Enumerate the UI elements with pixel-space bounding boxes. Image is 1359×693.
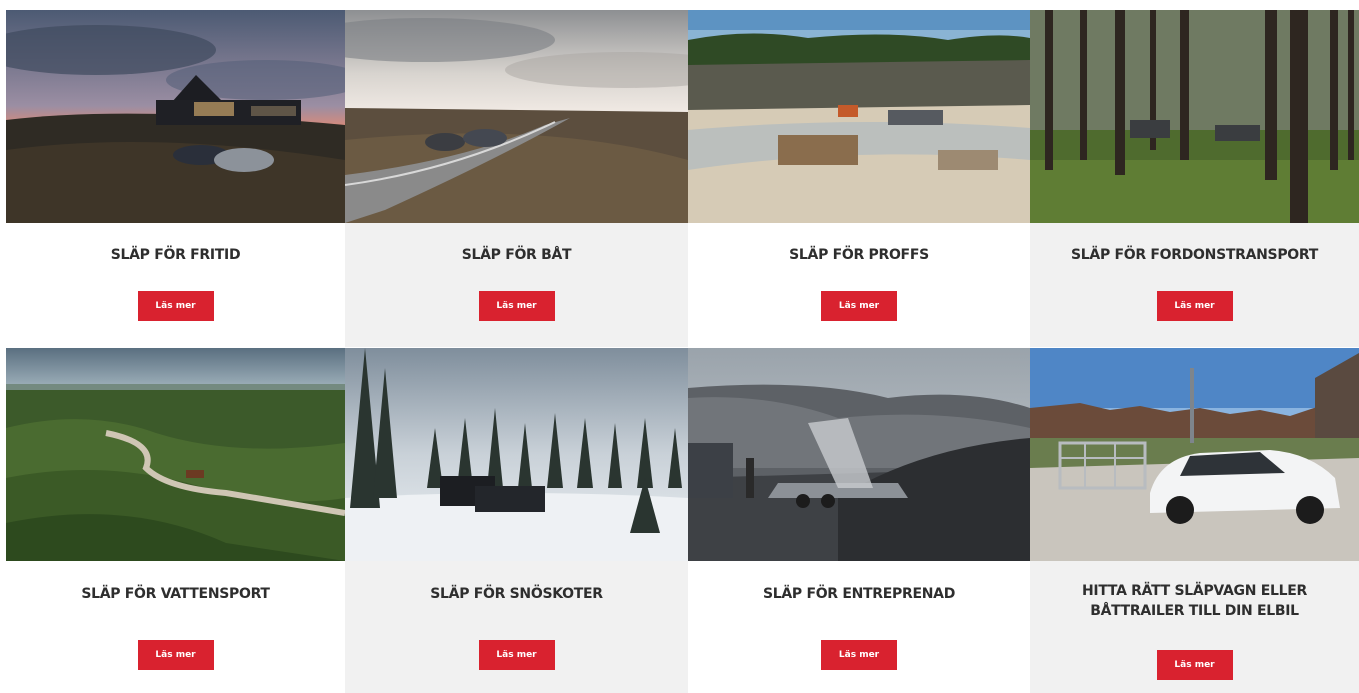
read-more-button[interactable]: Läs mer bbox=[1156, 291, 1233, 321]
card-title: SLÄP FÖR PROFFS bbox=[789, 247, 929, 263]
card-title: SLÄP FÖR ENTREPRENAD bbox=[762, 586, 956, 602]
card-body: SLÄP FÖR BÅT Läs mer bbox=[345, 223, 688, 347]
card-body: SLÄP FÖR VATTENSPORT Läs mer bbox=[6, 561, 345, 693]
card-fordonstransport[interactable]: SLÄP FÖR FORDONSTRANSPORT Läs mer bbox=[1030, 10, 1359, 347]
card-bat[interactable]: SLÄP FÖR BÅT Läs mer bbox=[345, 10, 688, 347]
photo-fritid[interactable] bbox=[6, 10, 345, 223]
card-body: SLÄP FÖR FRITID Läs mer bbox=[6, 223, 345, 347]
card-body: HITTA RÄTT SLÄPVAGN ELLER BÅTTRAILER TIL… bbox=[1030, 561, 1359, 693]
card-title: HITTA RÄTT SLÄPVAGN ELLER BÅTTRAILER TIL… bbox=[1082, 583, 1307, 619]
read-more-button[interactable]: Läs mer bbox=[478, 640, 555, 670]
card-title: SLÄP FÖR FRITID bbox=[110, 247, 241, 263]
read-more-button[interactable]: Läs mer bbox=[1156, 650, 1233, 680]
card-entreprenad[interactable]: SLÄP FÖR ENTREPRENAD Läs mer bbox=[688, 348, 1030, 693]
card-title: SLÄP FÖR BÅT bbox=[461, 247, 572, 263]
card-body: SLÄP FÖR FORDONSTRANSPORT Läs mer bbox=[1030, 223, 1359, 347]
card-title: SLÄP FÖR SNÖSKOTER bbox=[430, 586, 603, 602]
card-fritid[interactable]: SLÄP FÖR FRITID Läs mer bbox=[6, 10, 345, 347]
category-grid: SLÄP FÖR FRITID Läs mer SLÄP FÖR BÅT Läs… bbox=[6, 10, 1359, 693]
photo-fordonstransport[interactable] bbox=[1030, 10, 1359, 223]
read-more-button[interactable]: Läs mer bbox=[137, 291, 214, 321]
read-more-button[interactable]: Läs mer bbox=[821, 291, 897, 321]
card-snoskoter[interactable]: SLÄP FÖR SNÖSKOTER Läs mer bbox=[345, 348, 688, 693]
photo-vattensport[interactable] bbox=[6, 348, 345, 561]
read-more-button[interactable]: Läs mer bbox=[478, 291, 555, 321]
photo-elbil[interactable] bbox=[1030, 348, 1359, 561]
photo-snoskoter[interactable] bbox=[345, 348, 688, 561]
card-body: SLÄP FÖR ENTREPRENAD Läs mer bbox=[688, 561, 1030, 693]
photo-entreprenad[interactable] bbox=[688, 348, 1030, 561]
card-title: SLÄP FÖR VATTENSPORT bbox=[81, 586, 270, 602]
photo-bat[interactable] bbox=[345, 10, 688, 223]
card-body: SLÄP FÖR SNÖSKOTER Läs mer bbox=[345, 561, 688, 693]
card-body: SLÄP FÖR PROFFS Läs mer bbox=[688, 223, 1030, 347]
read-more-button[interactable]: Läs mer bbox=[137, 640, 214, 670]
card-elbil[interactable]: HITTA RÄTT SLÄPVAGN ELLER BÅTTRAILER TIL… bbox=[1030, 348, 1359, 693]
read-more-button[interactable]: Läs mer bbox=[821, 640, 897, 670]
card-vattensport[interactable]: SLÄP FÖR VATTENSPORT Läs mer bbox=[6, 348, 345, 693]
card-proffs[interactable]: SLÄP FÖR PROFFS Läs mer bbox=[688, 10, 1030, 347]
card-title: SLÄP FÖR FORDONSTRANSPORT bbox=[1071, 247, 1318, 263]
photo-proffs[interactable] bbox=[688, 10, 1030, 223]
